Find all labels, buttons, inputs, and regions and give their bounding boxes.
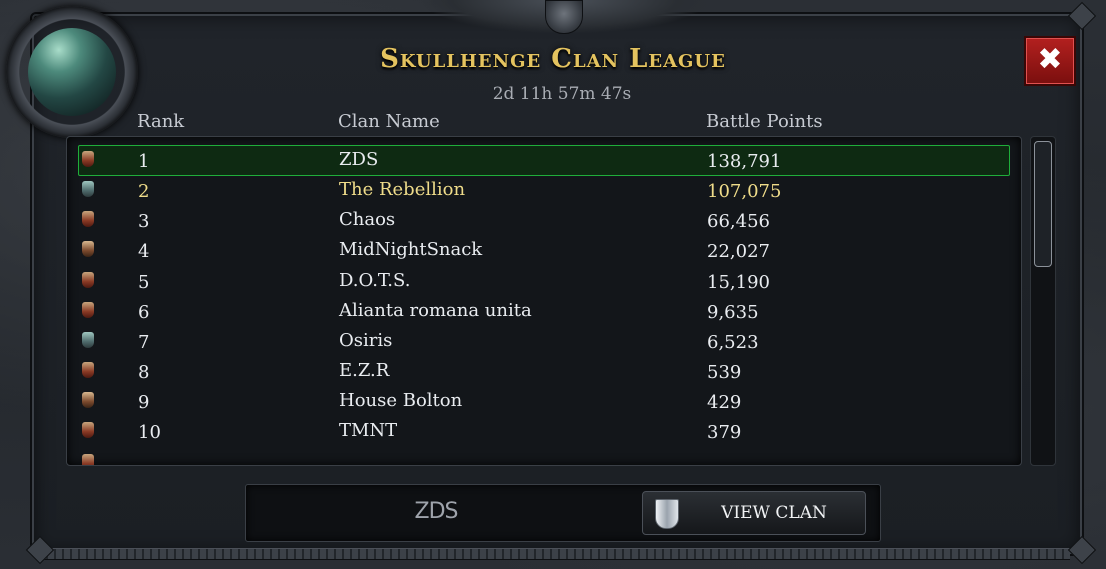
table-row[interactable]: 5 D.O.T.S. 15,190 (67, 267, 1021, 297)
clan-name-cell: Chaos (339, 209, 396, 230)
red-banner-icon (82, 151, 94, 167)
red-banner-icon (82, 211, 94, 227)
red-banner-icon (82, 422, 94, 438)
rank-cell: 7 (138, 332, 150, 353)
teal-banner-icon (82, 332, 94, 348)
view-clan-button[interactable]: VIEW CLAN (642, 491, 866, 535)
red-banner-icon (82, 302, 94, 318)
clan-list: 1 ZDS 138,791 2 The Rebellion 107,075 3 … (66, 136, 1022, 466)
selected-row-highlight (78, 145, 1010, 176)
scrollbar-thumb[interactable] (1034, 141, 1052, 267)
rank-cell: 8 (138, 362, 150, 383)
battle-points-cell: 138,791 (707, 151, 782, 172)
battle-points-cell: 107,075 (707, 181, 782, 202)
table-row[interactable]: 9 House Bolton 429 (67, 387, 1021, 417)
clan-name-cell: MidNightSnack (339, 239, 483, 260)
column-header-battle-points: Battle Points (706, 111, 823, 132)
table-row[interactable]: 3 Chaos 66,456 (67, 206, 1021, 236)
table-row-partial[interactable] (67, 449, 1021, 465)
rank-cell: 1 (138, 151, 150, 172)
table-row[interactable]: 10 TMNT 379 (67, 417, 1021, 447)
table-row[interactable]: 4 MidNightSnack 22,027 (67, 236, 1021, 266)
bottom-rail (40, 548, 1070, 560)
table-row[interactable]: 2 The Rebellion 107,075 (67, 176, 1021, 206)
close-button[interactable]: ✖ (1024, 36, 1076, 86)
brown-banner-icon (82, 241, 94, 257)
teal-banner-icon (82, 181, 94, 197)
table-row[interactable]: 1 ZDS 138,791 (67, 145, 1021, 176)
rank-cell: 6 (138, 302, 150, 323)
table-row[interactable]: 7 Osiris 6,523 (67, 327, 1021, 357)
battle-points-cell: 66,456 (707, 211, 770, 232)
clan-name-cell: House Bolton (339, 390, 463, 411)
selected-clan-bar: ZDS VIEW CLAN (245, 484, 881, 542)
clan-name-cell: Osiris (339, 330, 393, 351)
rank-cell: 3 (138, 211, 150, 232)
clan-name-cell: TMNT (339, 420, 398, 441)
battle-points-cell: 429 (707, 392, 742, 413)
clan-name-cell: D.O.T.S. (339, 270, 411, 291)
battle-points-cell: 6,523 (707, 332, 759, 353)
column-header-clan-name: Clan Name (338, 111, 440, 132)
battle-points-cell: 539 (707, 362, 742, 383)
rank-cell: 2 (138, 181, 150, 202)
rank-cell: 4 (138, 241, 150, 262)
table-row[interactable]: 8 E.Z.R 539 (67, 357, 1021, 387)
column-header-rank: Rank (137, 111, 185, 132)
rank-cell: 9 (138, 392, 150, 413)
clan-name-cell: Alianta romana unita (339, 300, 532, 321)
list-scrollbar[interactable] (1030, 136, 1056, 466)
page-title: Skullhenge Clan League (380, 44, 726, 74)
battle-points-cell: 15,190 (707, 272, 770, 293)
brown-banner-icon (82, 392, 94, 408)
clan-name-cell: The Rebellion (339, 179, 466, 200)
red-banner-icon (82, 272, 94, 288)
selected-clan-name: ZDS (414, 499, 459, 524)
skull-ornament-icon (545, 0, 583, 34)
battle-points-cell: 9,635 (707, 302, 759, 323)
rank-cell: 10 (138, 422, 161, 443)
countdown-timer: 2d 11h 57m 47s (492, 84, 632, 104)
red-banner-icon (82, 362, 94, 378)
clan-name-cell: ZDS (339, 149, 379, 170)
view-clan-label: VIEW CLAN (721, 503, 827, 523)
battle-points-cell: 22,027 (707, 241, 770, 262)
clan-name-cell: E.Z.R (339, 360, 390, 381)
table-row[interactable]: 6 Alianta romana unita 9,635 (67, 297, 1021, 327)
battle-points-cell: 379 (707, 422, 742, 443)
red-banner-icon (82, 454, 94, 465)
rank-cell: 5 (138, 272, 150, 293)
